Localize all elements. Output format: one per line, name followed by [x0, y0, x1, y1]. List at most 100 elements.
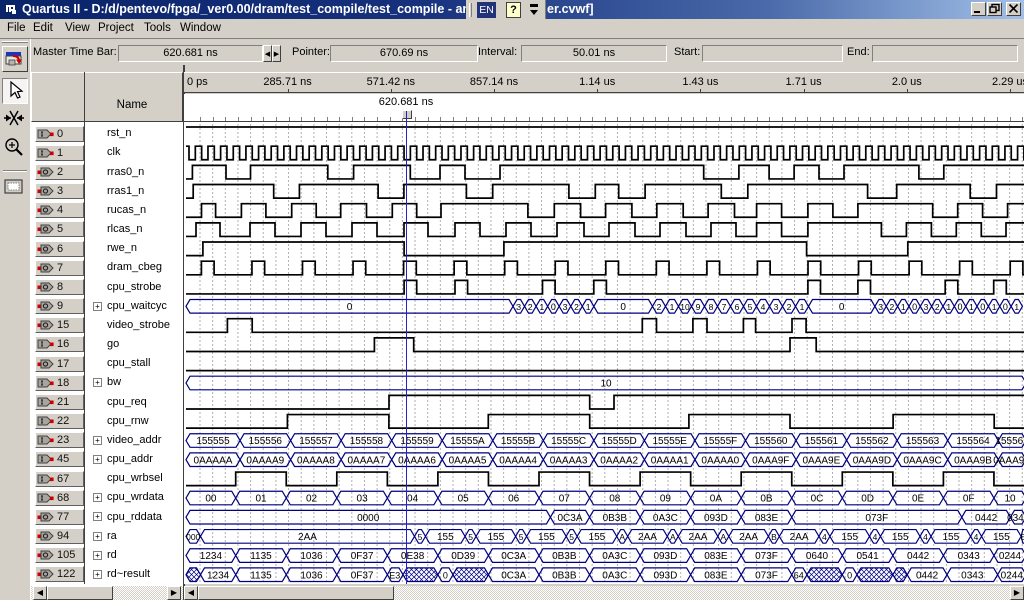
svg-text:0343: 0343	[961, 570, 984, 581]
svg-text:0D: 0D	[861, 494, 874, 505]
svg-text:155564: 155564	[956, 436, 990, 447]
svg-text:0: 0	[1003, 302, 1008, 312]
svg-text:00: 00	[205, 494, 217, 505]
svg-text:1: 1	[992, 302, 997, 312]
svg-text:0442: 0442	[975, 513, 998, 524]
svg-text:155: 155	[437, 532, 454, 543]
svg-text:0AAA9D: 0AAA9D	[853, 455, 891, 466]
svg-text:1135: 1135	[250, 551, 272, 562]
svg-text:2: 2	[935, 302, 940, 312]
svg-text:0AAAA8: 0AAAA8	[297, 455, 335, 466]
svg-text:5: 5	[418, 532, 423, 542]
svg-text:155563: 155563	[906, 436, 940, 447]
svg-text:0AAAA7: 0AAAA7	[347, 455, 385, 466]
svg-text:000: 000	[186, 532, 200, 542]
svg-text:0B3B: 0B3B	[603, 513, 628, 524]
svg-text:0E38: 0E38	[401, 551, 425, 562]
svg-text:083E: 083E	[704, 570, 728, 581]
svg-text:155555: 155555	[196, 436, 230, 447]
svg-text:2: 2	[657, 302, 662, 312]
svg-text:04: 04	[407, 494, 419, 505]
svg-text:1: 1	[586, 302, 591, 312]
svg-text:7: 7	[722, 302, 727, 312]
svg-text:2: 2	[787, 302, 792, 312]
svg-text:1234: 1234	[207, 570, 230, 581]
svg-text:083E: 083E	[704, 551, 728, 562]
svg-text:0640: 0640	[806, 551, 829, 562]
svg-text:093D: 093D	[653, 570, 677, 581]
svg-text:01: 01	[255, 494, 267, 505]
svg-text:0AAA9F: 0AAA9F	[752, 455, 789, 466]
svg-text:0F37: 0F37	[351, 570, 374, 581]
svg-text:3: 3	[878, 302, 883, 312]
svg-text:0244: 0244	[999, 551, 1022, 562]
svg-text:15555E: 15555E	[652, 436, 687, 447]
svg-text:1: 1	[1014, 302, 1019, 312]
svg-text:0: 0	[347, 302, 353, 313]
svg-text:3: 3	[516, 302, 521, 312]
svg-text:0: 0	[980, 302, 985, 312]
svg-text:0AAAA0: 0AAAA0	[701, 455, 739, 466]
svg-text:0: 0	[551, 302, 556, 312]
svg-text:0541: 0541	[856, 551, 879, 562]
svg-text:0C3A: 0C3A	[501, 551, 526, 562]
svg-text:155562: 155562	[855, 436, 889, 447]
svg-text:1036: 1036	[300, 551, 323, 562]
svg-text:3: 3	[774, 302, 779, 312]
svg-text:10: 10	[1004, 494, 1016, 505]
svg-text:E: E	[1021, 532, 1024, 542]
svg-text:073F: 073F	[755, 551, 778, 562]
svg-text:2: 2	[890, 302, 895, 312]
svg-text:1: 1	[901, 302, 906, 312]
svg-text:0C3A: 0C3A	[501, 570, 526, 581]
svg-text:0AAAA4: 0AAAA4	[499, 455, 537, 466]
svg-text:083E: 083E	[755, 513, 779, 524]
svg-text:0AAA9A: 0AAA9A	[993, 455, 1024, 466]
svg-text:B: B	[771, 532, 777, 542]
svg-text:A: A	[720, 532, 726, 542]
svg-text:4: 4	[822, 532, 827, 542]
svg-text:0A3C: 0A3C	[653, 513, 678, 524]
svg-text:1: 1	[946, 302, 951, 312]
svg-text:03: 03	[357, 494, 369, 505]
svg-text:3: 3	[563, 302, 568, 312]
svg-text:0F37: 0F37	[351, 551, 374, 562]
svg-text:2AA: 2AA	[790, 532, 809, 543]
svg-text:2AA: 2AA	[739, 532, 758, 543]
svg-text:0AAAA3: 0AAAA3	[550, 455, 588, 466]
svg-text:093D: 093D	[704, 513, 728, 524]
svg-text:0C3A: 0C3A	[557, 513, 582, 524]
svg-text:0343: 0343	[1007, 513, 1024, 524]
svg-text:073F: 073F	[755, 570, 778, 581]
svg-text:0: 0	[839, 302, 845, 313]
svg-text:0: 0	[957, 302, 962, 312]
svg-text:15555D: 15555D	[602, 436, 637, 447]
svg-text:15555C: 15555C	[551, 436, 586, 447]
svg-text:5: 5	[519, 532, 524, 542]
svg-text:0AAAAA: 0AAAAA	[194, 455, 233, 466]
svg-text:0D39: 0D39	[451, 551, 475, 562]
svg-text:0: 0	[620, 302, 626, 313]
svg-text:10: 10	[600, 379, 612, 390]
svg-text:155557: 155557	[299, 436, 333, 447]
svg-text:1234: 1234	[200, 551, 223, 562]
svg-text:0AAAA6: 0AAAA6	[398, 455, 436, 466]
svg-text:155565: 155565	[995, 436, 1024, 447]
svg-text:0AAAA2: 0AAAA2	[600, 455, 638, 466]
svg-text:05: 05	[458, 494, 470, 505]
svg-text:0E: 0E	[912, 494, 925, 505]
svg-text:0000: 0000	[357, 513, 380, 524]
svg-text:5: 5	[748, 302, 753, 312]
svg-text:0: 0	[912, 302, 917, 312]
svg-text:1: 1	[969, 302, 974, 312]
svg-text:E3: E3	[389, 570, 400, 580]
svg-text:15555F: 15555F	[703, 436, 737, 447]
svg-text:0AAAA1: 0AAAA1	[651, 455, 689, 466]
svg-text:4: 4	[761, 302, 766, 312]
svg-text:0AAAA9: 0AAAA9	[246, 455, 284, 466]
svg-text:64: 64	[794, 570, 804, 580]
svg-text:5: 5	[569, 532, 574, 542]
svg-text:155: 155	[841, 532, 858, 543]
svg-text:15555A: 15555A	[450, 436, 485, 447]
svg-text:0C: 0C	[811, 494, 824, 505]
